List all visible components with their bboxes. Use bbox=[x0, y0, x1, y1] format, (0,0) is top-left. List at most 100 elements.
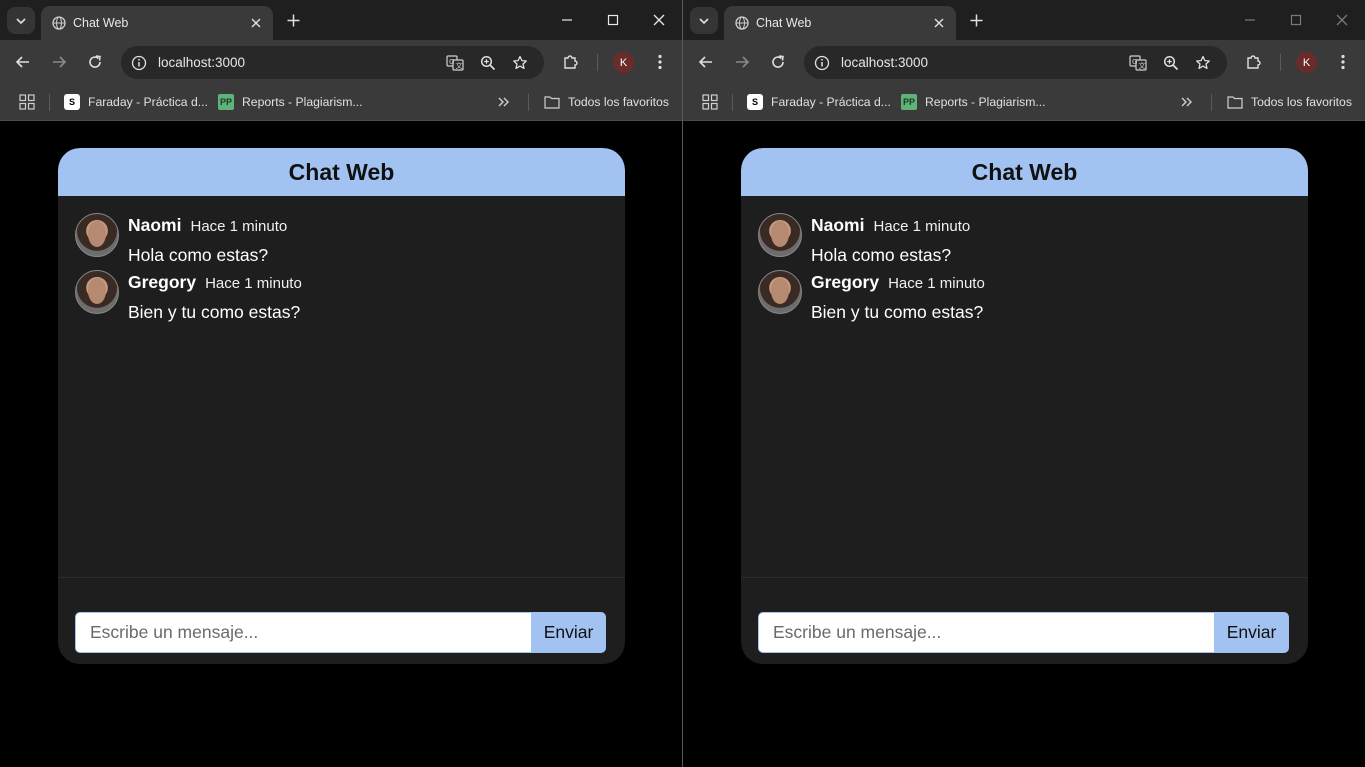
close-tab-icon[interactable] bbox=[929, 13, 949, 33]
svg-text:G: G bbox=[449, 58, 454, 66]
plagiarism-icon: PP bbox=[218, 94, 234, 110]
more-bookmarks-button[interactable] bbox=[497, 93, 511, 111]
minimize-button[interactable] bbox=[544, 5, 590, 35]
address-bar[interactable]: localhost:3000 G文 bbox=[121, 46, 544, 79]
zoom-icon[interactable] bbox=[478, 53, 498, 73]
bookmark-label: Reports - Plagiarism... bbox=[242, 95, 363, 109]
maximize-button[interactable] bbox=[1273, 5, 1319, 35]
site-info-icon[interactable] bbox=[813, 54, 831, 72]
bookmark-label: Reports - Plagiarism... bbox=[925, 95, 1046, 109]
tab-search-button[interactable] bbox=[7, 7, 35, 34]
browser-tab[interactable]: Chat Web bbox=[41, 6, 273, 40]
send-button[interactable]: Enviar bbox=[531, 612, 606, 653]
back-button[interactable] bbox=[11, 50, 35, 74]
svg-text:文: 文 bbox=[1139, 61, 1146, 70]
chat-card: Chat Web Naomi Hace 1 minuto Hola como e… bbox=[58, 148, 625, 664]
arrow-left-icon bbox=[15, 56, 29, 68]
toolbar-separator bbox=[597, 54, 598, 71]
bookmark-star-icon[interactable] bbox=[1193, 53, 1213, 73]
folder-icon bbox=[1227, 94, 1243, 110]
minimize-button[interactable] bbox=[1227, 5, 1273, 35]
reload-icon bbox=[772, 55, 784, 68]
bookmark-reports[interactable]: PP Reports - Plagiarism... bbox=[218, 93, 363, 111]
puzzle-icon bbox=[1247, 55, 1261, 69]
close-tab-icon[interactable] bbox=[246, 13, 266, 33]
profile-avatar[interactable]: K bbox=[1296, 52, 1317, 73]
message-item: Gregory Hace 1 minuto Bien y tu como est… bbox=[75, 270, 302, 323]
message-time: Hace 1 minuto bbox=[888, 275, 985, 292]
message-composer: Enviar bbox=[758, 612, 1289, 653]
page-content: Chat Web Naomi Hace 1 minuto Hola como e… bbox=[683, 121, 1365, 767]
send-button[interactable]: Enviar bbox=[1214, 612, 1289, 653]
address-bar[interactable]: localhost:3000 G文 bbox=[804, 46, 1227, 79]
message-author: Naomi bbox=[128, 215, 182, 235]
bookmark-label: Faraday - Práctica d... bbox=[88, 95, 208, 109]
bookmarks-separator bbox=[732, 94, 733, 111]
bookmark-label: Faraday - Práctica d... bbox=[771, 95, 891, 109]
svg-text:G: G bbox=[1132, 58, 1137, 66]
all-bookmarks-label: Todos los favoritos bbox=[568, 95, 669, 109]
close-window-button[interactable] bbox=[1319, 5, 1365, 35]
all-bookmarks-folder[interactable]: Todos los favoritos bbox=[544, 93, 669, 111]
apps-button[interactable] bbox=[19, 93, 35, 111]
tab-title: Chat Web bbox=[756, 16, 812, 30]
kebab-menu-icon bbox=[1341, 54, 1345, 70]
translate-icon[interactable]: G文 bbox=[1128, 53, 1148, 73]
screen: Chat Web localhost:3000 G 文 K S Faraday … bbox=[0, 0, 1365, 767]
arrow-right-icon bbox=[53, 56, 67, 68]
avatar bbox=[75, 213, 119, 257]
message-text: Bien y tu como estas? bbox=[128, 302, 301, 322]
minimize-icon bbox=[1245, 19, 1255, 21]
bookmarks-separator bbox=[49, 94, 50, 111]
all-bookmarks-folder[interactable]: Todos los favoritos bbox=[1227, 93, 1352, 111]
more-bookmarks-button[interactable] bbox=[1180, 93, 1194, 111]
profile-avatar[interactable]: K bbox=[613, 52, 634, 73]
chat-title: Chat Web bbox=[741, 148, 1308, 196]
url-text: localhost:3000 bbox=[158, 55, 246, 70]
close-window-button[interactable] bbox=[636, 5, 682, 35]
new-tab-button[interactable] bbox=[283, 10, 303, 30]
bookmarks-separator bbox=[1211, 94, 1212, 111]
bookmark-reports[interactable]: PP Reports - Plagiarism... bbox=[901, 93, 1046, 111]
maximize-button[interactable] bbox=[590, 5, 636, 35]
message-item: Naomi Hace 1 minuto Hola como estas? bbox=[758, 213, 970, 266]
svg-text:文: 文 bbox=[456, 61, 463, 70]
message-input[interactable] bbox=[758, 612, 1214, 653]
zoom-icon[interactable] bbox=[1161, 53, 1181, 73]
forward-button[interactable] bbox=[47, 50, 71, 74]
all-bookmarks-label: Todos los favoritos bbox=[1251, 95, 1352, 109]
message-input[interactable] bbox=[75, 612, 531, 653]
apps-grid-icon bbox=[19, 94, 35, 110]
forward-button[interactable] bbox=[730, 50, 754, 74]
message-list[interactable]: Naomi Hace 1 minuto Hola como estas? Gre… bbox=[58, 196, 625, 578]
message-composer: Enviar bbox=[75, 612, 606, 653]
extensions-button[interactable] bbox=[1242, 50, 1266, 74]
chat-title: Chat Web bbox=[58, 148, 625, 196]
back-button[interactable] bbox=[694, 50, 718, 74]
tab-search-button[interactable] bbox=[690, 7, 718, 34]
site-info-icon[interactable] bbox=[130, 54, 148, 72]
toolbar: localhost:3000 G文 K bbox=[683, 40, 1365, 84]
browser-tab[interactable]: Chat Web bbox=[724, 6, 956, 40]
message-text: Hola como estas? bbox=[128, 245, 269, 265]
apps-grid-icon bbox=[702, 94, 718, 110]
apps-button[interactable] bbox=[702, 93, 718, 111]
new-tab-button[interactable] bbox=[966, 10, 986, 30]
extensions-button[interactable] bbox=[559, 50, 583, 74]
menu-button[interactable] bbox=[648, 50, 672, 74]
reload-icon bbox=[89, 55, 101, 68]
faraday-icon: S bbox=[64, 94, 80, 110]
browser-window-left: Chat Web localhost:3000 G 文 K S Faraday … bbox=[0, 0, 682, 767]
globe-icon bbox=[51, 15, 67, 31]
bookmark-star-icon[interactable] bbox=[510, 53, 530, 73]
translate-icon[interactable]: G文 bbox=[445, 53, 465, 73]
menu-button[interactable] bbox=[1331, 50, 1355, 74]
message-author: Naomi bbox=[811, 215, 865, 235]
bookmark-faraday[interactable]: S Faraday - Práctica d... bbox=[64, 93, 208, 111]
message-list[interactable]: Naomi Hace 1 minuto Hola como estas? Gre… bbox=[741, 196, 1308, 578]
bookmark-faraday[interactable]: S Faraday - Práctica d... bbox=[747, 93, 891, 111]
message-text: Bien y tu como estas? bbox=[811, 302, 984, 322]
reload-button[interactable] bbox=[83, 50, 107, 74]
reload-button[interactable] bbox=[766, 50, 790, 74]
plus-icon bbox=[287, 14, 299, 26]
